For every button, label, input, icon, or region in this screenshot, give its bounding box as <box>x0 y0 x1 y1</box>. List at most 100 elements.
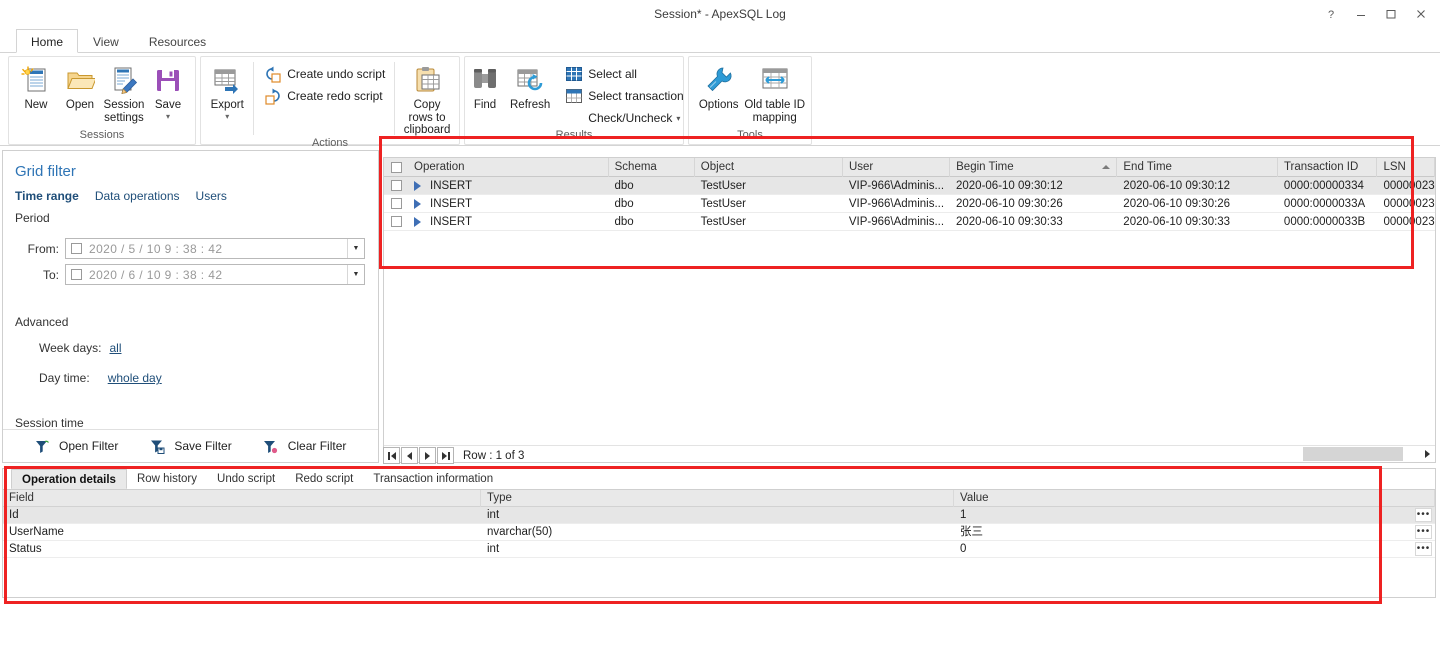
tab-home[interactable]: Home <box>16 29 79 53</box>
details-cell-value: 张三 <box>960 525 983 538</box>
filter-tab-data-operations[interactable]: Data operations <box>95 189 180 203</box>
create-undo-script-button[interactable]: Create undo script <box>259 63 389 85</box>
details-cell-type: int <box>487 508 500 521</box>
select-transaction-icon <box>564 87 584 105</box>
check-uncheck-caret[interactable]: ▾ <box>676 114 680 123</box>
clear-filter-icon <box>260 439 282 454</box>
col-header-operation[interactable]: Operation <box>408 158 609 177</box>
create-redo-script-label: Create redo script <box>287 89 383 103</box>
select-transaction-button[interactable]: Select transaction <box>560 85 687 107</box>
save-session-label: Save <box>154 99 182 111</box>
check-uncheck-button[interactable]: Check/Uncheck ▾ <box>560 107 687 129</box>
details-col-header-field[interactable]: Field <box>3 489 481 507</box>
col-header-lsn[interactable]: LSN <box>1377 158 1435 177</box>
col-header-object[interactable]: Object <box>695 158 843 177</box>
row-checkbox[interactable] <box>390 216 402 227</box>
redo-script-icon <box>263 87 283 105</box>
from-datetime-input[interactable]: 2020 / 5 / 10 9 : 38 : 42 ▼ <box>65 238 365 259</box>
export-dropdown-caret[interactable]: ▾ <box>225 112 229 120</box>
minimize-button[interactable] <box>1346 1 1376 27</box>
tab-view[interactable]: View <box>78 29 134 53</box>
clear-filter-button[interactable]: Clear Filter <box>260 439 346 454</box>
from-enable-checkbox[interactable] <box>71 243 82 254</box>
value-editor-button[interactable]: ••• <box>1415 542 1432 556</box>
first-row-button[interactable] <box>383 447 400 464</box>
cell-begin-time: 2020-06-10 09:30:33 <box>956 215 1063 228</box>
tab-transaction-information[interactable]: Transaction information <box>363 469 503 489</box>
tab-operation-details[interactable]: Operation details <box>11 469 127 489</box>
table-row[interactable]: INSERT dbo TestUser VIP-966\Adminis... 2… <box>384 195 1435 213</box>
col-header-user[interactable]: User <box>843 158 951 177</box>
find-button[interactable]: Find <box>470 60 500 126</box>
tab-undo-script[interactable]: Undo script <box>207 469 285 489</box>
value-editor-button[interactable]: ••• <box>1415 508 1432 522</box>
new-session-button[interactable]: New <box>14 60 58 126</box>
find-binoculars-icon <box>470 64 500 96</box>
export-button[interactable]: Export ▾ <box>206 60 248 126</box>
open-session-button[interactable]: Open <box>58 60 102 126</box>
col-header-end-time[interactable]: End Time <box>1117 158 1278 177</box>
last-row-button[interactable] <box>437 447 454 464</box>
options-label: Options <box>698 99 739 111</box>
row-checkbox[interactable] <box>390 180 402 191</box>
details-col-header-value[interactable]: Value <box>954 489 1435 507</box>
title-bar: Session* - ApexSQL Log ? <box>0 0 1440 28</box>
next-row-button[interactable] <box>419 447 436 464</box>
session-settings-button[interactable]: Session settings <box>102 60 146 126</box>
expand-row-icon[interactable] <box>414 198 421 209</box>
list-item[interactable]: Status int 0 ••• <box>3 541 1435 558</box>
details-col-header-type[interactable]: Type <box>481 489 954 507</box>
tab-row-history[interactable]: Row history <box>127 469 207 489</box>
details-tab-strip: Operation details Row history Undo scrip… <box>3 469 1435 490</box>
refresh-button[interactable]: Refresh <box>510 60 550 126</box>
save-filter-button[interactable]: Save Filter <box>146 439 232 454</box>
save-session-button[interactable]: Save ▾ <box>146 60 190 126</box>
filter-tab-time-range[interactable]: Time range <box>15 189 79 203</box>
svg-text:?: ? <box>1328 9 1334 20</box>
row-checkbox-cell[interactable] <box>384 180 408 191</box>
day-time-value-link[interactable]: whole day <box>108 371 162 385</box>
copy-rows-to-clipboard-button[interactable]: Copy rows to clipboard <box>400 60 454 137</box>
previous-row-button[interactable] <box>401 447 418 464</box>
list-item[interactable]: Id int 1 ••• <box>3 507 1435 524</box>
help-button[interactable]: ? <box>1316 1 1346 27</box>
session-settings-label: Session settings <box>103 99 145 124</box>
row-checkbox[interactable] <box>390 198 402 209</box>
ribbon-group-results: Find Refresh Select all Select transacti… <box>464 56 684 145</box>
select-all-label: Select all <box>588 67 637 81</box>
create-redo-script-button[interactable]: Create redo script <box>259 85 389 107</box>
col-header-schema[interactable]: Schema <box>609 158 695 177</box>
table-row[interactable]: INSERT dbo TestUser VIP-966\Adminis... 2… <box>384 177 1435 195</box>
open-filter-button[interactable]: Open Filter <box>31 439 118 454</box>
save-dropdown-caret[interactable]: ▾ <box>166 112 170 120</box>
close-button[interactable] <box>1406 1 1436 27</box>
old-table-id-mapping-button[interactable]: Old table ID mapping <box>743 60 806 126</box>
col-header-begin-time[interactable]: Begin Time <box>950 158 1118 177</box>
select-all-button[interactable]: Select all <box>560 63 687 85</box>
col-header-transaction-id[interactable]: Transaction ID <box>1278 158 1378 177</box>
to-datetime-input[interactable]: 2020 / 6 / 10 9 : 38 : 42 ▼ <box>65 264 365 285</box>
row-checkbox-cell[interactable] <box>384 198 408 209</box>
list-item[interactable]: UserName nvarchar(50) 张三 ••• <box>3 524 1435 541</box>
week-days-value-link[interactable]: all <box>109 341 121 355</box>
select-all-checkbox-cell[interactable] <box>384 161 408 173</box>
cell-lsn: 00000023 <box>1383 197 1435 210</box>
select-all-checkbox[interactable] <box>390 161 402 173</box>
value-editor-button[interactable]: ••• <box>1415 525 1432 539</box>
maximize-button[interactable] <box>1376 1 1406 27</box>
options-button[interactable]: Options <box>694 60 743 126</box>
tab-resources[interactable]: Resources <box>134 29 221 53</box>
actions-small-buttons: Create undo script Create redo script <box>259 60 389 107</box>
row-status-label: Row : 1 of 3 <box>463 449 525 462</box>
expand-row-icon[interactable] <box>414 180 421 191</box>
expand-row-icon[interactable] <box>414 216 421 227</box>
table-row[interactable]: INSERT dbo TestUser VIP-966\Adminis... 2… <box>384 213 1435 231</box>
from-dropdown-icon[interactable]: ▼ <box>347 239 364 258</box>
details-cell-value: 1 <box>960 508 967 521</box>
filter-tab-users[interactable]: Users <box>196 189 227 203</box>
ribbon: New Open Session settings Save ▾ Session… <box>0 53 1440 149</box>
to-enable-checkbox[interactable] <box>71 269 82 280</box>
tab-redo-script[interactable]: Redo script <box>285 469 363 489</box>
to-dropdown-icon[interactable]: ▼ <box>347 265 364 284</box>
row-checkbox-cell[interactable] <box>384 216 408 227</box>
